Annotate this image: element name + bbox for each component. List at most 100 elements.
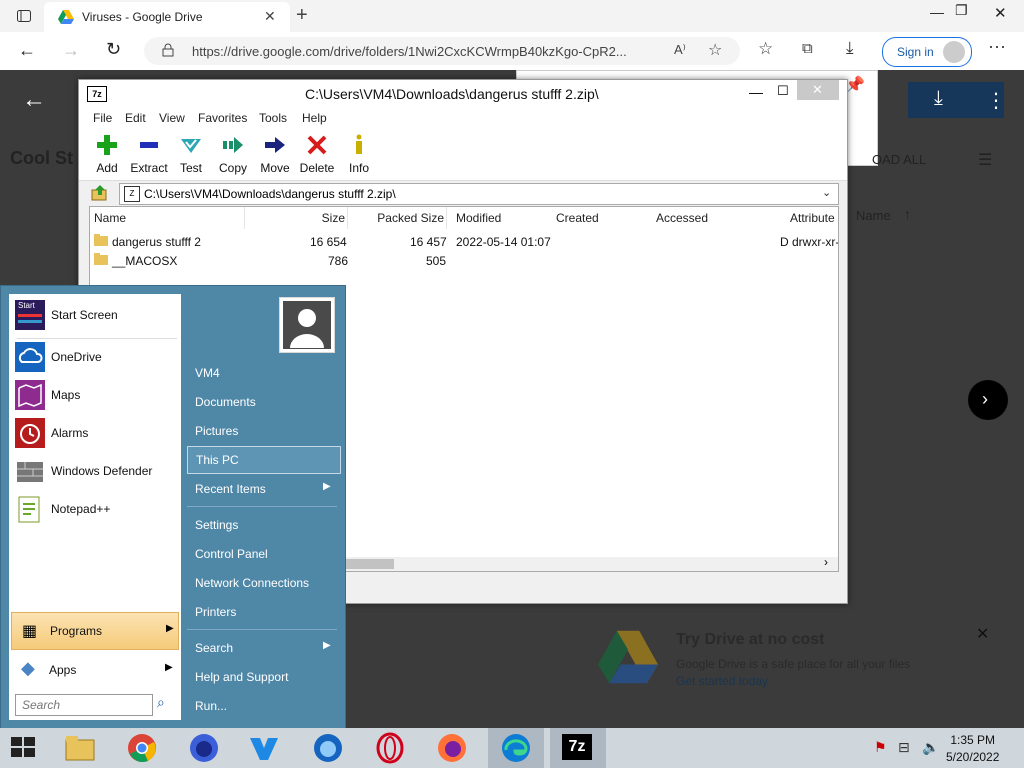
move-button[interactable]: Move <box>253 134 297 175</box>
address-bar[interactable]: https://drive.google.com/drive/folders/1… <box>144 37 740 65</box>
start-search[interactable]: Search ▶ <box>187 635 339 661</box>
start-screen-item[interactable]: Start Start Screen <box>13 298 177 332</box>
start-control-panel[interactable]: Control Panel <box>187 541 339 567</box>
zip-minimize-icon[interactable]: — <box>749 84 763 100</box>
start-settings[interactable]: Settings <box>187 512 339 538</box>
volume-muted-icon[interactable]: 🔈 <box>922 739 939 756</box>
zip-maximize-icon[interactable]: ☐ <box>777 83 789 99</box>
minimize-icon[interactable]: — <box>930 4 944 20</box>
start-run[interactable]: Run... <box>187 693 339 719</box>
drive-more-icon[interactable]: ⋮ <box>986 88 1006 113</box>
forward-icon[interactable]: → <box>62 40 80 61</box>
col-modified[interactable]: Modified <box>450 207 552 229</box>
menu-favorites[interactable]: Favorites <box>198 111 247 125</box>
start-printers[interactable]: Printers <box>187 599 339 625</box>
collections-icon[interactable]: ⧉ <box>802 40 813 57</box>
menu-edit[interactable]: Edit <box>125 111 146 125</box>
info-button[interactable]: Info <box>337 134 381 175</box>
back-icon[interactable]: ← <box>18 40 36 61</box>
drive-name-column[interactable]: Name <box>856 208 891 223</box>
path-input[interactable]: Z C:\Users\VM4\Downloads\dangerus stufff… <box>119 183 839 205</box>
test-button[interactable]: Test <box>169 134 213 175</box>
delete-button[interactable]: Delete <box>295 134 339 175</box>
drive-back-icon[interactable]: ← <box>22 86 46 114</box>
clock-time: 1:35 PM <box>950 733 996 747</box>
download-all-button[interactable]: OAD ALL <box>872 152 926 167</box>
folder-icon <box>94 234 108 249</box>
col-packed-size[interactable]: Packed Size <box>348 207 447 229</box>
start-pictures[interactable]: Pictures <box>187 418 339 444</box>
menu-file[interactable]: File <box>93 111 112 125</box>
firefox-nightly-icon[interactable] <box>188 732 220 764</box>
firefox-dev-icon[interactable] <box>312 732 344 764</box>
add-favorite-icon[interactable]: ☆ <box>708 40 722 60</box>
onedrive-item[interactable]: OneDrive <box>13 340 177 374</box>
restore-icon[interactable]: ❐ <box>955 2 968 19</box>
col-size[interactable]: Size <box>249 207 348 229</box>
browser-tab[interactable]: Viruses - Google Drive ✕ <box>44 2 290 32</box>
lock-icon[interactable] <box>162 43 174 60</box>
alarms-item[interactable]: Alarms <box>13 416 177 450</box>
read-aloud-icon[interactable]: A⁾ <box>674 42 686 58</box>
waterfox-icon[interactable] <box>248 732 280 764</box>
notepadpp-item[interactable]: Notepad++ <box>13 492 177 526</box>
windows-defender-item[interactable]: Windows Defender <box>13 454 177 488</box>
sign-in-button[interactable]: Sign in <box>882 37 972 67</box>
col-attribute[interactable]: Attribute <box>750 207 838 229</box>
file-explorer-icon[interactable] <box>64 732 96 764</box>
drive-download-button[interactable]: ⤓ ⋮ <box>908 82 1006 118</box>
user-avatar[interactable] <box>279 297 335 353</box>
downloads-icon[interactable]: ⤓ <box>846 38 854 58</box>
extract-button[interactable]: Extract <box>127 134 171 175</box>
apps-button[interactable]: ◆ Apps ▶ <box>11 652 177 688</box>
close-promo-icon[interactable]: ✕ <box>976 624 989 644</box>
sevenzip-taskbar-item[interactable]: 7z <box>550 728 606 768</box>
table-row[interactable]: __MACOSX 786 505 <box>90 252 838 271</box>
start-network-connections[interactable]: Network Connections <box>187 570 339 596</box>
search-icon[interactable]: ⌕ <box>157 694 165 711</box>
start-vm4[interactable]: VM4 <box>187 360 339 386</box>
menu-tools[interactable]: Tools <box>259 111 287 125</box>
add-button[interactable]: Add <box>85 134 129 175</box>
action-center-flag-icon[interactable]: ⚑ <box>874 739 887 756</box>
next-arrow-button[interactable]: › <box>968 380 1008 420</box>
copy-button[interactable]: Copy <box>211 134 255 175</box>
col-accessed[interactable]: Accessed <box>650 207 752 229</box>
up-folder-icon[interactable] <box>91 184 109 205</box>
horizontal-scrollbar[interactable]: › <box>344 555 838 571</box>
chrome-icon[interactable] <box>126 732 158 764</box>
start-search-input[interactable]: Search <box>15 694 153 716</box>
close-tab-icon[interactable]: ✕ <box>264 8 276 25</box>
zip-close-button[interactable]: ✕ <box>797 80 839 100</box>
sort-arrow-icon[interactable]: ↑ <box>904 206 911 222</box>
scroll-right-icon[interactable]: › <box>824 555 828 569</box>
start-this-pc[interactable]: This PC <box>187 446 341 474</box>
programs-button[interactable]: ▦ Programs ▶ <box>11 612 179 650</box>
col-name[interactable]: Name <box>90 207 245 229</box>
tab-actions-icon[interactable] <box>10 2 38 30</box>
edge-taskbar-item[interactable] <box>488 728 544 768</box>
new-tab-icon[interactable]: + <box>296 4 308 27</box>
pictures-label: Pictures <box>195 424 239 438</box>
more-options-icon[interactable]: ··· <box>988 36 1006 57</box>
firefox-icon[interactable] <box>436 732 468 764</box>
start-documents[interactable]: Documents <box>187 389 339 415</box>
refresh-icon[interactable]: ↻ <box>106 39 121 60</box>
favorites-icon[interactable]: ☆ <box>758 39 773 59</box>
menu-help[interactable]: Help <box>302 111 327 125</box>
maps-item[interactable]: Maps <box>13 378 177 412</box>
system-clock[interactable]: 1:35 PM 5/20/2022 <box>946 733 999 764</box>
path-dropdown-icon[interactable]: ⌄ <box>822 186 831 199</box>
start-help-support[interactable]: Help and Support <box>187 664 339 690</box>
scrollbar-thumb[interactable] <box>344 559 394 569</box>
table-row[interactable]: dangerus stufff 2 16 654 16 457 2022-05-… <box>90 233 838 252</box>
promo-link[interactable]: Get started today <box>676 674 768 688</box>
opera-icon[interactable] <box>374 732 406 764</box>
col-created[interactable]: Created <box>550 207 652 229</box>
close-window-icon[interactable]: ✕ <box>994 4 1007 22</box>
start-recent-items[interactable]: Recent Items ▶ <box>187 476 339 502</box>
list-view-icon[interactable]: ☰ <box>978 150 992 170</box>
menu-view[interactable]: View <box>159 111 185 125</box>
network-icon[interactable]: ⊟ <box>898 739 910 756</box>
windows-start-icon[interactable] <box>8 732 40 764</box>
